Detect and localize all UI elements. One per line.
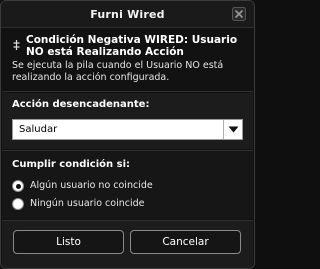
- trigger-section: Acción desencadenante: Saludar: [2, 93, 253, 149]
- furni-wired-dialog: Furni Wired Condición Negativa WIRED: Us…: [0, 0, 255, 269]
- divider: [2, 91, 253, 92]
- condition-header: Condición Negativa WIRED: Usuario NO est…: [2, 28, 253, 90]
- radio-checked[interactable]: [12, 180, 24, 192]
- radio-unchecked[interactable]: [12, 198, 24, 210]
- trigger-label: Acción desencadenante:: [12, 99, 150, 110]
- radio-label: Ningún usuario coincide: [30, 198, 145, 209]
- condition-label: Cumplir condición si:: [12, 159, 131, 170]
- radio-option-no-user[interactable]: Ningún usuario coincide: [12, 197, 232, 211]
- button-bar: Listo Cancelar: [2, 221, 253, 268]
- action-dropdown[interactable]: Saludar: [12, 119, 243, 140]
- dropdown-selected-value: Saludar: [19, 124, 58, 135]
- condition-description: Se ejecuta la pila cuando el Usuario NO …: [12, 60, 224, 83]
- condition-title: Condición Negativa WIRED: Usuario NO est…: [26, 34, 238, 58]
- grip-icon: [12, 37, 21, 53]
- close-icon[interactable]: [232, 7, 246, 21]
- chevron-down-icon[interactable]: [223, 120, 242, 139]
- radio-label: Algún usuario no coincide: [30, 180, 153, 191]
- radio-option-any-user[interactable]: Algún usuario no coincide: [12, 179, 232, 193]
- window-title: Furni Wired: [90, 8, 165, 21]
- ok-button[interactable]: Listo: [13, 230, 124, 254]
- cancel-button[interactable]: Cancelar: [130, 230, 241, 254]
- condition-section: Cumplir condición si: Algún usuario no c…: [2, 151, 253, 219]
- title-bar[interactable]: Furni Wired: [1, 1, 254, 28]
